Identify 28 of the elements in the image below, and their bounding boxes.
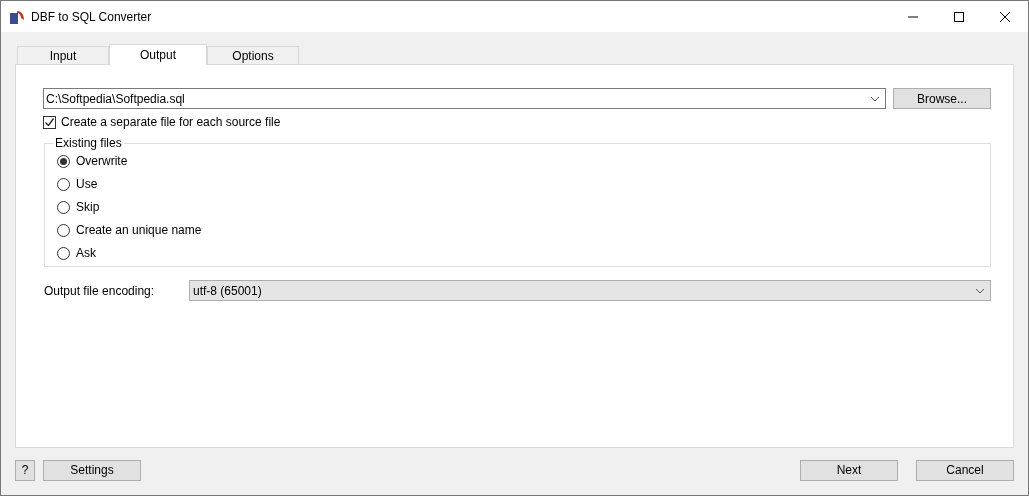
radio-button[interactable] (57, 246, 70, 260)
radio-label: Create an unique name (76, 223, 202, 237)
radio-label: Skip (76, 200, 100, 214)
checkbox-label: Create a separate file for each source file (61, 115, 281, 129)
encoding-select[interactable]: utf-8 (65001) (189, 280, 991, 301)
group-title: Existing files (54, 136, 123, 150)
help-button[interactable]: ? (15, 459, 35, 481)
output-file-combo[interactable]: C:\Softpedia\Softpedia.sql (43, 88, 886, 109)
app-icon (9, 8, 25, 25)
radio-label: Ask (76, 246, 96, 260)
next-button[interactable]: Next (800, 459, 898, 481)
checkbox[interactable] (43, 115, 56, 129)
radio-label: Overwrite (76, 154, 128, 168)
radio-label: Use (76, 177, 98, 191)
tab[interactable]: Input (17, 46, 109, 64)
settings-button[interactable]: Settings (43, 459, 141, 481)
browse-button[interactable]: Browse... (893, 88, 991, 109)
encoding-label: Output file encoding: (44, 283, 156, 298)
tab[interactable]: Options (207, 46, 299, 64)
window-title: DBF to SQL Converter (31, 9, 153, 24)
cancel-button[interactable]: Cancel (916, 459, 1014, 481)
radio-button[interactable] (57, 154, 70, 168)
radio-button[interactable] (57, 200, 70, 214)
close-icon[interactable] (1000, 11, 1010, 22)
radio-button[interactable] (57, 223, 70, 237)
maximize-icon[interactable] (954, 11, 964, 22)
tab[interactable]: Output (109, 44, 207, 65)
radio-button[interactable] (57, 177, 70, 191)
